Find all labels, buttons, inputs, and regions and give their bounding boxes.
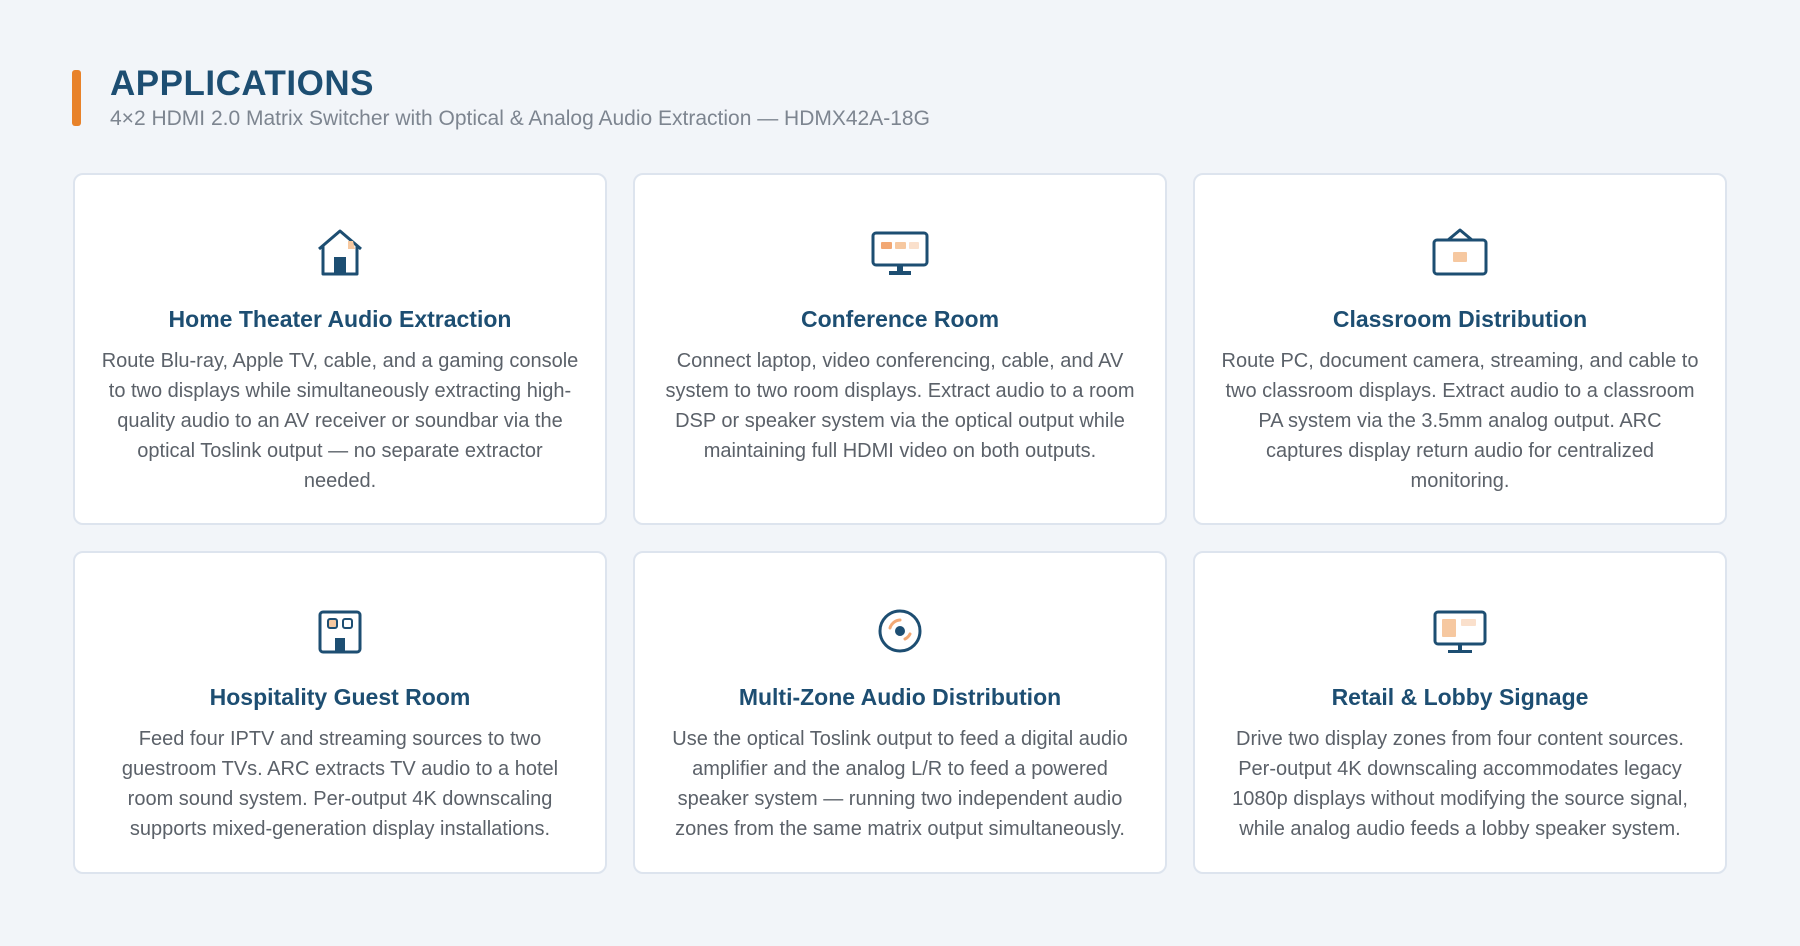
card-description: Route PC, document camera, streaming, an… — [1221, 350, 1699, 492]
application-card-hospitality: Hospitality Guest Room Feed four IPTV an… — [73, 551, 607, 874]
card-title: Home Theater Audio Extraction — [168, 306, 512, 332]
card-description: Use the optical Toslink output to feed a… — [672, 728, 1128, 840]
hotel-icon — [318, 610, 362, 654]
page-subtitle: 4×2 HDMI 2.0 Matrix Switcher with Optica… — [110, 107, 930, 130]
card-title: Hospitality Guest Room — [209, 684, 471, 710]
applications-grid: Home Theater Audio Extraction Route Blu-… — [73, 173, 1727, 874]
application-card-multi-zone-audio: Multi-Zone Audio Distribution Use the op… — [633, 551, 1167, 874]
wall-board-icon — [1432, 228, 1488, 276]
card-description: Feed four IPTV and streaming sources to … — [121, 728, 559, 840]
card-description: Connect laptop, video conferencing, cabl… — [665, 350, 1135, 462]
accent-bar — [72, 70, 81, 126]
home-icon — [318, 229, 362, 276]
application-card-home-theater: Home Theater Audio Extraction Route Blu-… — [73, 173, 607, 525]
card-title: Conference Room — [800, 306, 1000, 332]
application-card-retail-signage: Retail & Lobby Signage Drive two display… — [1193, 551, 1727, 874]
application-card-conference-room: Conference Room Connect laptop, video co… — [633, 173, 1167, 525]
speaker-zone-icon — [878, 609, 922, 653]
monitor-icon — [871, 231, 929, 275]
application-card-classroom: Classroom Distribution Route PC, documen… — [1193, 173, 1727, 525]
card-title: Retail & Lobby Signage — [1331, 684, 1589, 710]
page-title: APPLICATIONS — [110, 64, 374, 103]
card-description: Route Blu-ray, Apple TV, cable, and a ga… — [101, 350, 579, 492]
card-title: Multi-Zone Audio Distribution — [738, 684, 1062, 710]
signage-display-icon — [1433, 610, 1487, 653]
card-description: Drive two display zones from four conten… — [1232, 728, 1688, 840]
applications-page: APPLICATIONS 4×2 HDMI 2.0 Matrix Switche… — [0, 0, 1800, 946]
card-title: Classroom Distribution — [1332, 306, 1588, 332]
